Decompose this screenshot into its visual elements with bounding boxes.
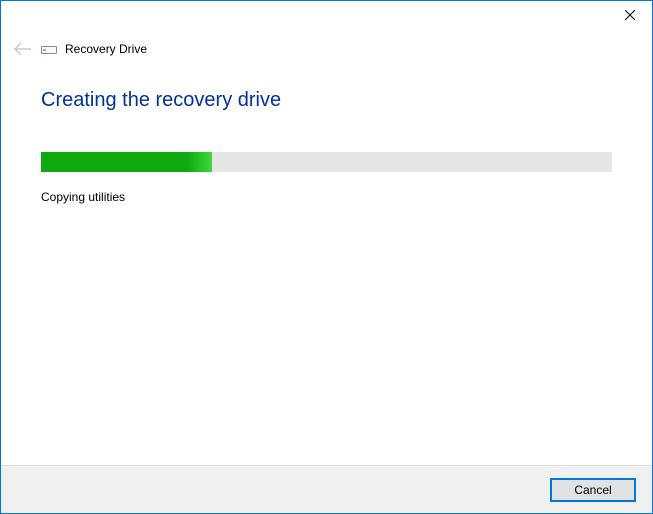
progress-bar [41, 152, 612, 172]
wizard-window: Recovery Drive Creating the recovery dri… [0, 0, 653, 514]
close-button[interactable] [607, 1, 652, 29]
page-heading: Creating the recovery drive [41, 89, 612, 112]
titlebar [1, 1, 652, 31]
progress-fill [41, 152, 212, 172]
arrow-left-icon [14, 42, 32, 56]
window-title: Recovery Drive [65, 42, 147, 56]
close-icon [625, 10, 635, 20]
status-text: Copying utilities [41, 190, 612, 204]
content-area: Creating the recovery drive Copying util… [1, 59, 652, 465]
footer: Cancel [1, 465, 652, 513]
header-row: Recovery Drive [1, 31, 652, 59]
back-button [13, 39, 33, 59]
cancel-button[interactable]: Cancel [550, 478, 636, 502]
drive-icon [41, 43, 57, 55]
